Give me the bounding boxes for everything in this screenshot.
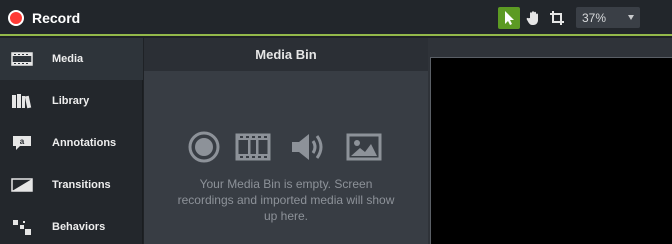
books-icon [10,89,34,113]
sidebar-item-label: Annotations [52,137,117,149]
record-circle-icon [184,127,224,167]
top-toolbar: Record 37% [0,0,672,36]
transition-icon [10,173,34,197]
hand-icon [526,11,538,25]
record-dot-icon [8,10,24,26]
zoom-value: 37% [582,10,607,25]
pan-tool-button[interactable] [522,7,544,29]
sidebar-item-label: Transitions [52,179,111,191]
sidebar-item-transitions[interactable]: Transitions [0,164,143,206]
sidebar-item-label: Media [52,53,84,65]
crop-tool-button[interactable] [546,7,568,29]
select-tool-button[interactable] [498,7,520,29]
media-bin-title: Media Bin [144,38,428,71]
cursor-arrow-icon [505,11,514,25]
camtasia-window: Record 37% Media Library a Annotations T… [0,0,672,244]
zoom-dropdown[interactable]: 37% [576,7,640,28]
sidebar-item-annotations[interactable]: a Annotations [0,122,143,164]
media-type-icons [144,127,428,167]
video-icon [233,127,273,167]
canvas-preview[interactable] [430,57,672,244]
film-strip-icon [10,47,34,71]
sidebar-item-library[interactable]: Library [0,80,143,122]
crop-icon [550,11,564,25]
sidebar-item-label: Library [52,95,90,107]
canvas-area [428,38,672,244]
media-bin-panel[interactable]: Your Media Bin is empty. Screen recordin… [144,71,428,244]
sidebar-item-label: Behaviors [52,221,106,233]
svg-text:a: a [20,137,25,146]
audio-icon [288,127,328,167]
tools-sidebar: Media Library a Annotations Transitions … [0,38,143,244]
sidebar-item-behaviors[interactable]: Behaviors [0,206,143,244]
behaviors-icon [10,215,34,239]
empty-bin-message: Your Media Bin is empty. Screen recordin… [177,177,395,223]
record-button[interactable]: Record [8,8,80,28]
chevron-down-icon [628,15,634,20]
callout-icon: a [10,131,34,155]
sidebar-item-media[interactable]: Media [0,38,143,80]
record-label: Record [32,10,81,26]
image-icon [344,127,384,167]
